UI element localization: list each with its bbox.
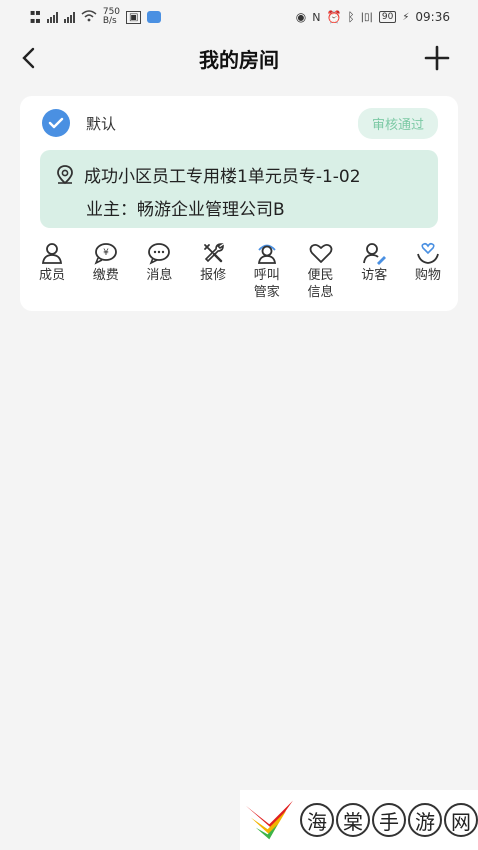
message-icon [148, 243, 171, 265]
action-repair[interactable]: 报修 [189, 241, 237, 301]
add-room-button[interactable] [422, 42, 452, 74]
battery-icon: 90 [378, 11, 397, 23]
default-checkbox[interactable] [42, 109, 70, 137]
action-visitor[interactable]: 访客 [350, 241, 398, 301]
address-box: 成功小区员工专用楼1单元员专-1-02 业主：畅游企业管理公司B [40, 150, 438, 228]
status-badge: 审核通过 [357, 107, 438, 139]
alarm-icon: ⏰ [326, 10, 342, 24]
action-label: 缴费 [92, 268, 119, 283]
room-owner: 业主：畅游企业管理公司B [86, 200, 285, 220]
shopping-icon [417, 242, 439, 264]
app-notification-icon [147, 11, 162, 23]
status-left: ▪▪ ▪▪ 750 B/s ▣ [30, 8, 162, 26]
svg-text:¥: ¥ [103, 248, 109, 258]
action-label: 成员 [38, 268, 65, 283]
notification-icon: ▣ [126, 10, 142, 24]
signal-icon-2 [63, 11, 75, 23]
action-payment[interactable]: ¥ 缴费 [82, 241, 130, 301]
action-bar: 成员 ¥ 缴费 消息 报修 呼叫管家 便民信息 访客 购物 [28, 241, 452, 301]
watermark-logo-icon [245, 800, 293, 840]
action-call-butler[interactable]: 呼叫管家 [243, 241, 291, 301]
member-icon [41, 243, 63, 264]
page-title: 我的房间 [199, 47, 279, 72]
action-label: 报修 [200, 268, 227, 283]
header-bar: 我的房间 [0, 34, 478, 82]
watermark-char: 游 [408, 803, 442, 837]
action-label: 便民信息 [307, 268, 334, 300]
action-shopping[interactable]: 购物 [404, 241, 452, 301]
bluetooth-icon: ᛒ [347, 10, 355, 24]
status-bar: ▪▪ ▪▪ 750 B/s ▣ ◉ N ⏰ ᛒ |▯| 90 ⚡ 09:36 [0, 0, 478, 34]
back-button[interactable] [14, 42, 42, 74]
action-label: 消息 [146, 268, 173, 283]
watermark-char: 海 [300, 803, 334, 837]
watermark: 海 棠 手 游 网 [240, 790, 478, 850]
room-address: 成功小区员工专用楼1单元员专-1-02 [84, 167, 361, 187]
location-pin-icon [57, 164, 73, 184]
default-label: 默认 [86, 114, 117, 133]
plus-icon [424, 45, 450, 71]
payment-icon: ¥ [94, 243, 117, 265]
eye-icon: ◉ [295, 10, 307, 24]
action-member[interactable]: 成员 [28, 241, 76, 301]
convenience-info-icon [309, 243, 332, 263]
status-time: 09:36 [415, 10, 450, 24]
nfc-icon: N [312, 10, 321, 24]
repair-icon [204, 243, 224, 263]
room-card-top: 默认 审核通过 [42, 107, 438, 139]
check-icon [48, 117, 64, 129]
action-label: 呼叫管家 [253, 268, 280, 300]
charging-icon: ⚡ [402, 11, 410, 23]
sim-icon: ▪▪ ▪▪ [30, 8, 41, 25]
call-butler-icon [257, 244, 276, 264]
watermark-char: 手 [372, 803, 406, 837]
action-label: 访客 [361, 268, 388, 283]
net-speed: 750 B/s [103, 8, 120, 26]
net-speed-unit: B/s [102, 16, 117, 26]
status-right: ◉ N ⏰ ᛒ |▯| 90 ⚡ 09:36 [296, 10, 450, 24]
room-card[interactable]: 默认 审核通过 成功小区员工专用楼1单元员专-1-02 业主：畅游企业管理公司B… [20, 96, 458, 311]
address-line: 成功小区员工专用楼1单元员专-1-02 [54, 162, 361, 187]
watermark-text: 海 棠 手 游 网 [300, 803, 478, 837]
visitor-icon [363, 243, 387, 265]
action-message[interactable]: 消息 [135, 241, 183, 301]
signal-icon [46, 11, 58, 23]
action-convenience-info[interactable]: 便民信息 [297, 241, 345, 301]
watermark-char: 网 [444, 803, 478, 837]
chevron-left-icon [22, 47, 35, 69]
watermark-char: 棠 [336, 803, 370, 837]
action-label: 购物 [414, 268, 441, 283]
wifi-icon [81, 9, 97, 25]
vibrate-icon: |▯| [360, 11, 373, 23]
